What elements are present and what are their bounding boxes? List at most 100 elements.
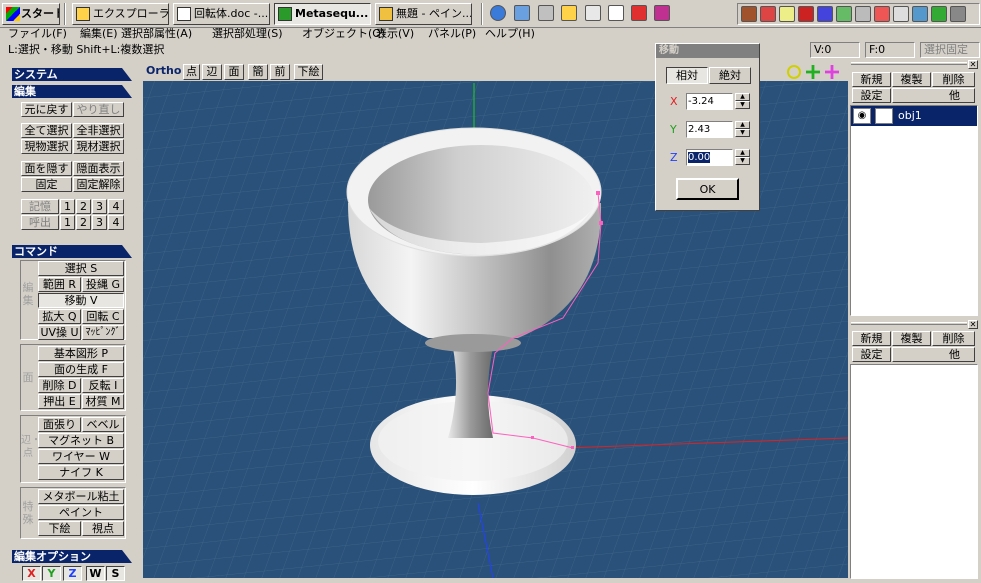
redo-button[interactable]: やり直し xyxy=(73,102,124,117)
unfix-button[interactable]: 固定解除 xyxy=(73,177,124,192)
menu-file[interactable]: ファイル(F) xyxy=(8,28,67,40)
tray-icon[interactable] xyxy=(874,6,890,22)
tray-icon[interactable] xyxy=(931,6,947,22)
option-x-axis[interactable]: X xyxy=(22,566,41,581)
start-button[interactable]: スタート xyxy=(2,3,60,25)
bevel-tool-button[interactable]: ベベル xyxy=(82,417,124,432)
recall-slot-4[interactable]: 4 xyxy=(108,215,124,230)
pan-icon[interactable] xyxy=(806,65,820,79)
object-other-button[interactable]: 他 xyxy=(892,88,975,103)
object-list[interactable]: ◉ obj1 xyxy=(850,105,978,316)
option-screen[interactable]: S xyxy=(106,566,125,581)
tool-icon[interactable] xyxy=(585,5,601,21)
material-settings-button[interactable]: 設定 xyxy=(852,347,891,362)
memory-slot-2[interactable]: 2 xyxy=(76,199,91,214)
y-spinner[interactable]: ▲ ▼ xyxy=(735,121,750,138)
tray-icon[interactable] xyxy=(912,6,928,22)
tray-icon[interactable] xyxy=(836,6,852,22)
metaball-tool-button[interactable]: メタボール粘土 xyxy=(38,489,124,504)
command-header[interactable]: コマンド xyxy=(12,245,132,258)
lock-icon[interactable] xyxy=(875,108,893,124)
select-object-button[interactable]: 現物選択 xyxy=(21,139,72,154)
tray-icon[interactable] xyxy=(798,6,814,22)
task-explorer[interactable]: エクスプローラ... xyxy=(72,3,169,25)
select-material-button[interactable]: 現材選択 xyxy=(73,139,124,154)
flip-tool-button[interactable]: 反転 I xyxy=(82,378,124,393)
underlay-tool-button[interactable]: 下絵 xyxy=(38,521,81,536)
z-value-field[interactable]: 0.00 xyxy=(686,149,733,166)
memory-slot-3[interactable]: 3 xyxy=(92,199,107,214)
x-spinner[interactable]: ▲ ▼ xyxy=(735,93,750,110)
notepad-icon[interactable] xyxy=(608,5,624,21)
menu-select-process[interactable]: 選択部処理(S) xyxy=(212,28,283,40)
recall-slot-1[interactable]: 1 xyxy=(60,215,75,230)
face-stretch-tool-button[interactable]: 面張り xyxy=(38,417,81,432)
point-mode-button[interactable]: 点 xyxy=(183,64,200,80)
uv-tool-button[interactable]: UV操 U xyxy=(38,325,81,340)
rotate-tool-button[interactable]: 回転 C xyxy=(82,309,124,324)
range-tool-button[interactable]: 範囲 R xyxy=(38,277,81,292)
deselect-all-button[interactable]: 全非選択 xyxy=(73,123,124,138)
viewpoint-tool-button[interactable]: 視点 xyxy=(82,521,124,536)
undo-button[interactable]: 元に戻す xyxy=(21,102,72,117)
spin-down-icon[interactable]: ▼ xyxy=(735,129,750,137)
menu-select-attr[interactable]: 選択部属性(A) xyxy=(121,28,192,40)
task-metasequoia[interactable]: Metasequ... xyxy=(274,3,371,25)
object-settings-button[interactable]: 設定 xyxy=(852,88,891,103)
relative-button[interactable]: 相対 xyxy=(666,67,708,84)
delete-tool-button[interactable]: 削除 D xyxy=(38,378,81,393)
selection-lock[interactable]: 選択固定 xyxy=(920,42,980,58)
app-icon[interactable] xyxy=(631,5,647,21)
show-hidden-button[interactable]: 隠面表示 xyxy=(73,161,124,176)
task-paint[interactable]: 無題 - ペイン... xyxy=(375,3,472,25)
magnet-tool-button[interactable]: マグネット B xyxy=(38,433,124,448)
object-new-button[interactable]: 新規 xyxy=(852,72,891,87)
desktop-icon[interactable] xyxy=(514,5,530,21)
y-value-field[interactable]: 2.43 xyxy=(686,121,733,138)
recall-slot-2[interactable]: 2 xyxy=(76,215,91,230)
menu-edit[interactable]: 編集(E) xyxy=(80,28,118,40)
paint-tool-button[interactable]: ペイント xyxy=(38,505,124,520)
recall-button[interactable]: 呼出 xyxy=(21,215,59,230)
material-other-button[interactable]: 他 xyxy=(892,347,975,362)
z-spinner[interactable]: ▲ ▼ xyxy=(735,149,750,166)
front-view-button[interactable]: 前 xyxy=(270,64,290,80)
material-new-button[interactable]: 新規 xyxy=(852,331,891,346)
eye-icon[interactable]: ◉ xyxy=(853,108,871,124)
simple-view-button[interactable]: 簡 xyxy=(248,64,268,80)
move-dialog-title[interactable]: 移動 xyxy=(656,44,759,58)
object-list-item[interactable]: ◉ obj1 xyxy=(851,106,977,126)
object-delete-button[interactable]: 削除 xyxy=(932,72,975,87)
tray-icon[interactable] xyxy=(779,6,795,22)
speaker-icon[interactable] xyxy=(855,6,871,22)
material-list[interactable] xyxy=(850,364,978,579)
x-value-field[interactable]: -3.24 xyxy=(686,93,733,110)
edit-header[interactable]: 編集 xyxy=(12,85,132,98)
computer-icon[interactable] xyxy=(538,5,554,21)
face-create-tool-button[interactable]: 面の生成 F xyxy=(38,362,124,377)
tray-icon[interactable] xyxy=(950,6,966,22)
folder-icon[interactable] xyxy=(561,5,577,21)
material-delete-button[interactable]: 削除 xyxy=(932,331,975,346)
wire-tool-button[interactable]: ワイヤー W xyxy=(38,449,124,464)
memory-button[interactable]: 記憶 xyxy=(21,199,59,214)
lasso-tool-button[interactable]: 投縄 G xyxy=(82,277,124,292)
spin-down-icon[interactable]: ▼ xyxy=(735,101,750,109)
close-icon[interactable]: ✕ xyxy=(968,60,978,69)
spin-up-icon[interactable]: ▲ xyxy=(735,149,750,157)
underlay-button[interactable]: 下絵 xyxy=(294,64,323,80)
panel-grip[interactable] xyxy=(851,62,967,65)
tray-icon[interactable] xyxy=(760,6,776,22)
material-copy-button[interactable]: 複製 xyxy=(892,331,931,346)
ok-button[interactable]: OK xyxy=(676,178,739,200)
spin-up-icon[interactable]: ▲ xyxy=(735,93,750,101)
task-word-doc[interactable]: 回転体.doc -... xyxy=(173,3,270,25)
projection-mode[interactable]: Ortho xyxy=(146,64,181,77)
select-tool-button[interactable]: 選択 S xyxy=(38,261,124,276)
spin-up-icon[interactable]: ▲ xyxy=(735,121,750,129)
rotate-view-icon[interactable] xyxy=(825,65,839,79)
close-icon[interactable]: ✕ xyxy=(968,320,978,329)
menu-help[interactable]: ヘルプ(H) xyxy=(485,28,535,40)
object-copy-button[interactable]: 複製 xyxy=(892,72,931,87)
edit-options-header[interactable]: 編集オプション xyxy=(12,550,132,563)
